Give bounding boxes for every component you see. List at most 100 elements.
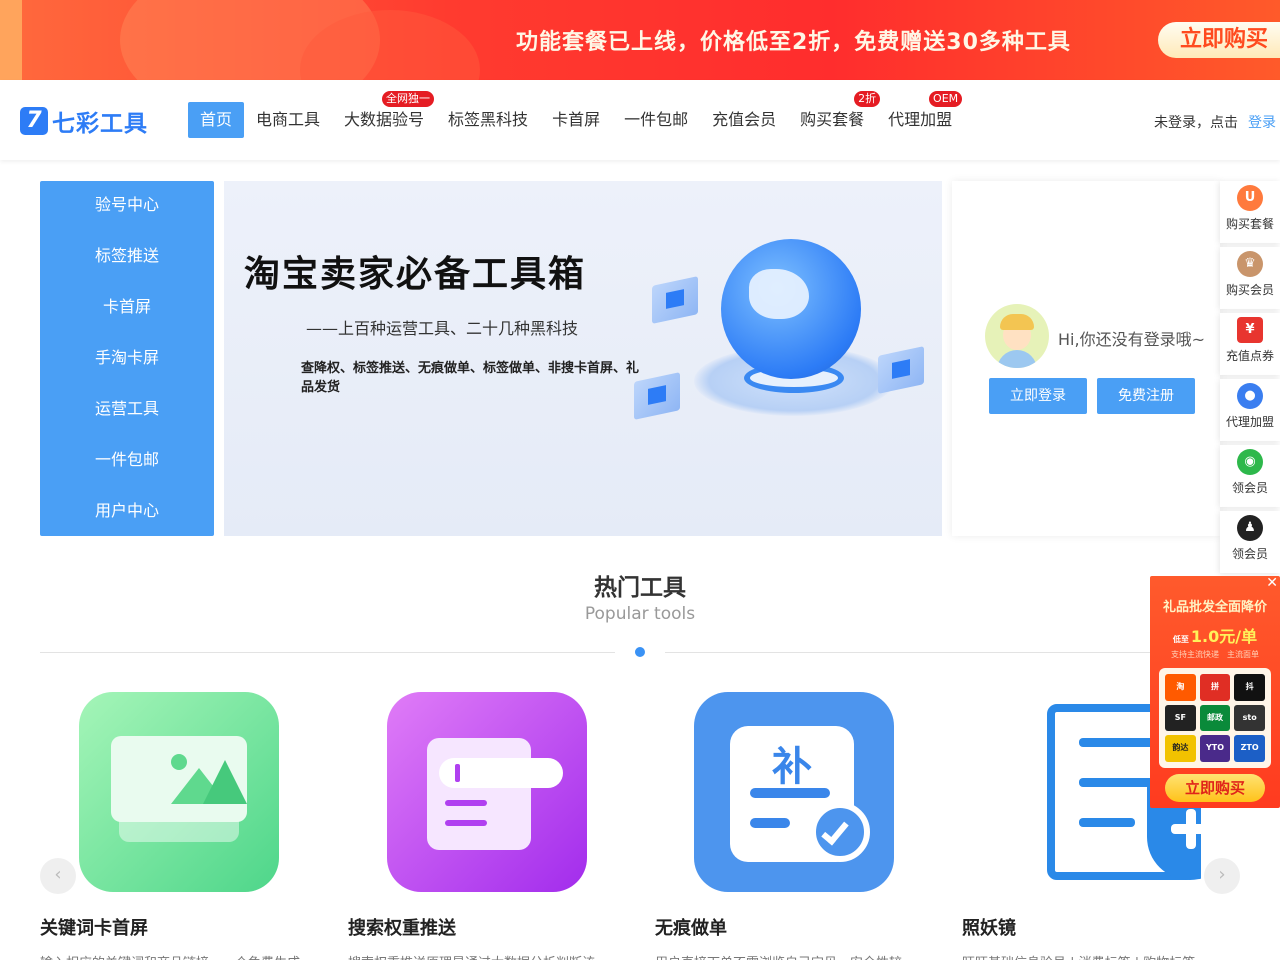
tool-name: 关键词卡首屏 xyxy=(40,918,148,939)
nav-item-bigdata-check[interactable]: 大数据验号 全网独一 xyxy=(332,91,436,138)
supplement-glyph: 补 xyxy=(772,744,812,790)
nav-label: 购买套餐 xyxy=(800,110,865,129)
qq-icon: ♟ xyxy=(1237,515,1263,541)
category-item-first-screen[interactable]: 卡首屏 xyxy=(40,283,214,334)
category-item-user-center[interactable]: 用户中心 xyxy=(40,487,214,538)
ad-title: 礼品批发全面降价 xyxy=(1162,600,1267,615)
tool-desc: 用户直接下单不需浏览自己宝贝，安全性较 xyxy=(655,952,925,960)
nav-label: 充值会员 xyxy=(712,110,777,129)
side-item-buy-package[interactable]: U 购买套餐 xyxy=(1220,181,1280,243)
coupon-icon: ¥ xyxy=(1237,317,1263,343)
document-icon xyxy=(387,692,587,892)
side-label: 充值点券 xyxy=(1225,349,1274,363)
cube-illustration xyxy=(634,372,680,420)
nav-item-recharge-vip[interactable]: 充值会员 xyxy=(700,102,788,138)
crown-icon: ♛ xyxy=(1237,251,1263,277)
category-item-ops-tools[interactable]: 运营工具 xyxy=(40,385,214,436)
side-item-wechat-vip[interactable]: ◉ 领会员 xyxy=(1220,445,1280,507)
nav-item-buy-package[interactable]: 购买套餐 2折 xyxy=(788,91,881,138)
category-item-mobile-screen[interactable]: 手淘卡屏 xyxy=(40,334,214,385)
section-title: 热门工具 xyxy=(594,575,686,601)
nav-label: 大数据验号 xyxy=(344,110,425,129)
nav-item-agent[interactable]: 代理加盟 OEM xyxy=(876,91,964,138)
nav-label: 代理加盟 xyxy=(888,110,953,129)
nav-label: 标签黑科技 xyxy=(448,110,529,129)
category-item-free-shipping[interactable]: 一件包邮 xyxy=(40,436,214,487)
side-item-recharge[interactable]: ¥ 充值点券 xyxy=(1220,313,1280,375)
tool-desc: 输入相应的关键词和商品链接，一个免费生成 xyxy=(40,952,310,960)
sf-express-logo: SF xyxy=(1165,704,1196,732)
tool-name: 照妖镜 xyxy=(962,918,1016,939)
sto-logo: sto xyxy=(1234,704,1265,732)
tool-name: 搜索权重推送 xyxy=(348,918,456,939)
nav-item-home[interactable]: 首页 xyxy=(188,102,245,138)
side-label: 购买套餐 xyxy=(1225,217,1274,231)
china-post-logo: 邮政 xyxy=(1199,704,1231,732)
nav-item-first-screen[interactable]: 卡首屏 xyxy=(540,102,612,138)
ad-price-value: 1.0元/单 xyxy=(1190,627,1258,646)
ad-price-prefix: 低至 xyxy=(1172,635,1189,644)
courier-logos: 淘 拼 抖 SF 邮政 sto 韵达 YTO ZTO xyxy=(1159,668,1271,768)
side-item-buy-vip[interactable]: ♛ 购买会员 xyxy=(1220,247,1280,309)
hero-title: 淘宝卖家必备工具箱 xyxy=(244,254,587,295)
nav-label: 卡首屏 xyxy=(552,110,601,129)
nav-item-ecommerce-tools[interactable]: 电商工具 xyxy=(244,102,332,138)
tool-card[interactable]: 补 无痕做单 用户直接下单不需浏览自己宝贝，安全性较 xyxy=(655,692,935,960)
tool-desc: 旺旺基础信息验号 | 消费标签 | 购物标签 xyxy=(962,952,1232,960)
taobao-logo: 淘 xyxy=(1165,674,1196,701)
header: 7 七彩工具 首页 电商工具 大数据验号 全网独一 标签黑科技 卡首屏 一件包邮 … xyxy=(0,80,1280,160)
promo-buy-button[interactable]: 立即购买 xyxy=(1158,22,1280,58)
globe-illustration xyxy=(721,239,861,379)
hero-subtitle: ——上百种运营工具、二十几种黑科技 xyxy=(306,319,579,338)
wechat-icon: ◉ xyxy=(1237,449,1263,475)
yunda-logo: 韵达 xyxy=(1165,735,1196,762)
login-hint-text: 未登录，点击 xyxy=(1154,115,1238,131)
divider xyxy=(40,652,615,653)
logo[interactable]: 7 七彩工具 xyxy=(20,106,148,137)
cube-illustration xyxy=(878,346,924,394)
promo-banner[interactable]: 功能套餐已上线，价格低至2折，免费赠送30多种工具 立即购买 xyxy=(0,0,1280,80)
register-button[interactable]: 免费注册 xyxy=(1097,378,1195,414)
divider-dot xyxy=(635,647,645,657)
nav-label: 电商工具 xyxy=(256,110,321,129)
side-label: 购买会员 xyxy=(1225,283,1274,297)
logo-icon: 7 xyxy=(20,107,48,135)
nav-badge: OEM xyxy=(929,91,963,107)
tool-card[interactable]: 关键词卡首屏 输入相应的关键词和商品链接，一个免费生成 xyxy=(40,692,320,960)
nav-label: 首页 xyxy=(200,110,233,129)
hero-banner[interactable]: 淘宝卖家必备工具箱 ——上百种运营工具、二十几种黑科技 查降权、标签推送、无痕做… xyxy=(224,181,942,536)
tool-card[interactable]: 搜索权重推送 搜索权重推送原理是通过大数据分析判断该 xyxy=(348,692,628,960)
side-item-qq-vip[interactable]: ♟ 领会员 xyxy=(1220,511,1280,573)
close-icon[interactable]: ✕ xyxy=(1266,576,1278,591)
login-hint: 未登录，点击 登录 xyxy=(1154,112,1276,132)
main-nav: 首页 电商工具 大数据验号 全网独一 标签黑科技 卡首屏 一件包邮 充值会员 购买… xyxy=(188,91,964,138)
users-icon: ● xyxy=(1237,383,1263,409)
zto-logo: ZTO xyxy=(1234,735,1265,762)
nav-item-tag-tech[interactable]: 标签黑科技 xyxy=(436,102,540,138)
side-item-agent[interactable]: ● 代理加盟 xyxy=(1220,379,1280,441)
yto-logo: YTO xyxy=(1199,735,1231,762)
page: 功能套餐已上线，价格低至2折，免费赠送30多种工具 立即购买 7 七彩工具 首页… xyxy=(0,0,1280,960)
promo-text: 功能套餐已上线，价格低至2折，免费赠送30多种工具 xyxy=(516,30,1071,55)
nav-item-free-shipping[interactable]: 一件包邮 xyxy=(612,102,700,138)
category-item-tag-push[interactable]: 标签推送 xyxy=(40,232,214,283)
greeting-text: Hi,你还没有登录哦~ xyxy=(1058,330,1205,349)
ad-price: 低至 1.0元/单 xyxy=(1150,623,1280,647)
floating-ad[interactable]: ✕ 礼品批发全面降价 低至 1.0元/单 支持主流快递 主流面单 淘 拼 抖 SF… xyxy=(1150,576,1280,808)
login-button[interactable]: 立即登录 xyxy=(989,378,1087,414)
login-link[interactable]: 登录 xyxy=(1248,115,1276,131)
floating-sidebar: U 购买套餐 ♛ 购买会员 ¥ 充值点券 ● 代理加盟 ◉ 领会员 ♟ 领会员 xyxy=(1220,181,1280,577)
image-icon xyxy=(79,692,279,892)
nav-badge: 全网独一 xyxy=(382,91,435,107)
hero-description: 查降权、标签推送、无痕做单、标签做单、非搜卡首屏、礼品发货 xyxy=(301,361,640,395)
douyin-logo: 抖 xyxy=(1234,674,1265,701)
pinduoduo-logo: 拼 xyxy=(1199,674,1231,701)
category-menu: 验号中心 标签推送 卡首屏 手淘卡屏 运营工具 一件包邮 用户中心 xyxy=(40,181,214,536)
login-panel: Hi,你还没有登录哦~ 立即登录 免费注册 xyxy=(952,181,1220,536)
section-subtitle: Popular tools xyxy=(584,604,696,624)
category-item-verify[interactable]: 验号中心 xyxy=(40,181,214,232)
ad-buy-button[interactable]: 立即购买 xyxy=(1165,774,1265,802)
side-label: 领会员 xyxy=(1231,481,1268,495)
nav-label: 一件包邮 xyxy=(624,110,689,129)
order-check-icon: 补 xyxy=(694,692,894,892)
